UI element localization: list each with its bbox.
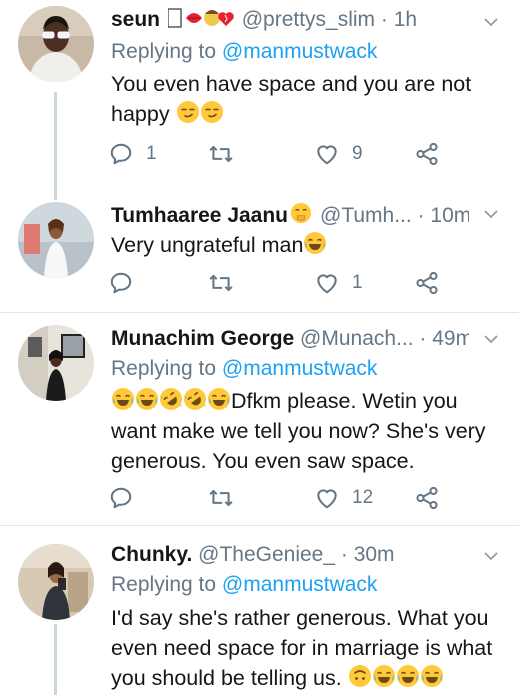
avatar[interactable] [18, 325, 94, 401]
text-fragment: you should be telling us. [111, 666, 348, 690]
rofl-emoji [159, 387, 183, 411]
like-button[interactable]: 12 [314, 483, 373, 513]
text-line: Dfkm please. Wetin you [111, 386, 495, 416]
share-icon [414, 270, 440, 296]
share-button[interactable] [414, 139, 440, 169]
like-button[interactable]: 9 [314, 139, 363, 169]
text-line: even need space for in marriage is what [111, 636, 493, 660]
like-icon [314, 270, 340, 296]
joy-emoji [420, 664, 444, 688]
replying-to: Replying to @manmustwack [111, 571, 377, 599]
smirk-emoji [176, 100, 200, 124]
tweet-4[interactable]: Chunky. @TheGeniee_ · 30m Replying to @m… [0, 526, 519, 695]
mention-link[interactable]: @manmustwack [222, 40, 378, 63]
tweet-text: Dfkm please. Wetin you want make we tell… [111, 386, 495, 476]
tweet-text: Very ungrateful man [111, 230, 495, 260]
tweet-header: Chunky. @TheGeniee_ · 30m [111, 541, 469, 569]
handle-and-time[interactable]: @Munach... · 49m [300, 327, 469, 350]
display-name[interactable]: Munachim George [111, 327, 294, 350]
reply-icon [108, 485, 134, 511]
joy-emoji [135, 387, 159, 411]
like-icon [314, 485, 340, 511]
chevron-down-icon[interactable] [483, 331, 499, 347]
handle-and-time[interactable]: @prettys_slim · 1h [242, 8, 417, 31]
replying-label: Replying to [111, 573, 217, 596]
like-count: 1 [352, 272, 363, 293]
replying-to: Replying to @manmustwack [111, 355, 377, 383]
chevron-down-icon[interactable] [483, 548, 499, 564]
share-button[interactable] [414, 268, 440, 298]
mention-link[interactable]: @manmustwack [222, 357, 378, 380]
text-line: want make we tell you now? She's very [111, 419, 486, 443]
chevron-down-icon[interactable] [483, 206, 499, 222]
tweet-2[interactable]: Tumhaaree Jaanu @Tumh... · 10m Very ungra… [0, 190, 519, 312]
thread-line [54, 92, 57, 190]
text-line: you should be telling us. [111, 663, 495, 693]
upside-down-face-emoji [348, 664, 372, 688]
tweet-1[interactable]: seun @prettys_slim · 1h Replying to @man… [0, 0, 519, 190]
rofl-emoji [183, 387, 207, 411]
retweet-icon [208, 141, 234, 167]
tweet-3[interactable]: Munachim George @Munach... · 49m Replyin… [0, 313, 519, 525]
text-line: generous. You even saw space. [111, 449, 415, 473]
like-count: 9 [352, 143, 363, 164]
joy-emoji [303, 231, 327, 255]
text-line: Very ungrateful man [111, 230, 495, 260]
reply-count: 1 [146, 143, 157, 164]
thread-line [54, 190, 57, 200]
avatar[interactable] [18, 202, 94, 278]
replying-to: Replying to @manmustwack [111, 38, 377, 66]
reply-button[interactable]: 1 [108, 139, 157, 169]
tweet-text: You even have space and you are not happ… [111, 69, 495, 129]
display-name[interactable]: Tumhaaree Jaanu [111, 204, 288, 227]
retweet-button[interactable] [208, 268, 234, 298]
tweet-actions: 1 9 [108, 139, 448, 169]
chevron-down-icon[interactable] [483, 14, 499, 30]
avatar[interactable] [18, 6, 94, 82]
retweet-icon [208, 485, 234, 511]
text-fragment: happy [111, 102, 176, 126]
like-button[interactable]: 1 [314, 268, 363, 298]
avatar[interactable] [18, 544, 94, 620]
joy-emoji [207, 387, 231, 411]
joy-emoji [372, 664, 396, 688]
tweet-actions: 1 [108, 268, 448, 298]
reply-button[interactable] [108, 483, 134, 513]
emoji-badges [167, 8, 236, 36]
share-icon [414, 141, 440, 167]
retweet-button[interactable] [208, 483, 234, 513]
text-line: You even have space and you are not [111, 72, 472, 96]
handle-and-time[interactable]: @Tumh... · 10m [320, 204, 469, 227]
text-fragment: Dfkm please. Wetin you [231, 389, 458, 413]
replying-label: Replying to [111, 357, 217, 380]
like-icon [314, 141, 340, 167]
reply-button[interactable] [108, 268, 134, 298]
text-line: I'd say she's rather generous. What you [111, 606, 489, 630]
handle-and-time[interactable]: @TheGeniee_ · 30m [198, 543, 394, 566]
replying-label: Replying to [111, 40, 217, 63]
reply-icon [108, 270, 134, 296]
reply-icon [108, 141, 134, 167]
tweet-header: Munachim George @Munach... · 49m [111, 325, 469, 353]
text-line: happy [111, 99, 495, 129]
tweet-header: seun @prettys_slim · 1h [111, 6, 469, 36]
tweet-actions: 12 [108, 483, 448, 513]
display-name[interactable]: Chunky. [111, 543, 192, 566]
joy-emoji [111, 387, 135, 411]
smirk-emoji [200, 100, 224, 124]
retweet-icon [208, 270, 234, 296]
tweet-text: I'd say she's rather generous. What you … [111, 603, 495, 693]
joy-emoji [396, 664, 420, 688]
thread-line [54, 624, 57, 695]
share-icon [414, 485, 440, 511]
share-button[interactable] [414, 483, 440, 513]
display-name[interactable]: seun [111, 8, 166, 31]
like-count: 12 [352, 487, 374, 508]
tweet-header: Tumhaaree Jaanu @Tumh... · 10m [111, 202, 469, 230]
mention-link[interactable]: @manmustwack [222, 573, 378, 596]
text-fragment: Very ungrateful man [111, 233, 304, 257]
shush-emoji [290, 202, 312, 224]
retweet-button[interactable] [208, 139, 234, 169]
